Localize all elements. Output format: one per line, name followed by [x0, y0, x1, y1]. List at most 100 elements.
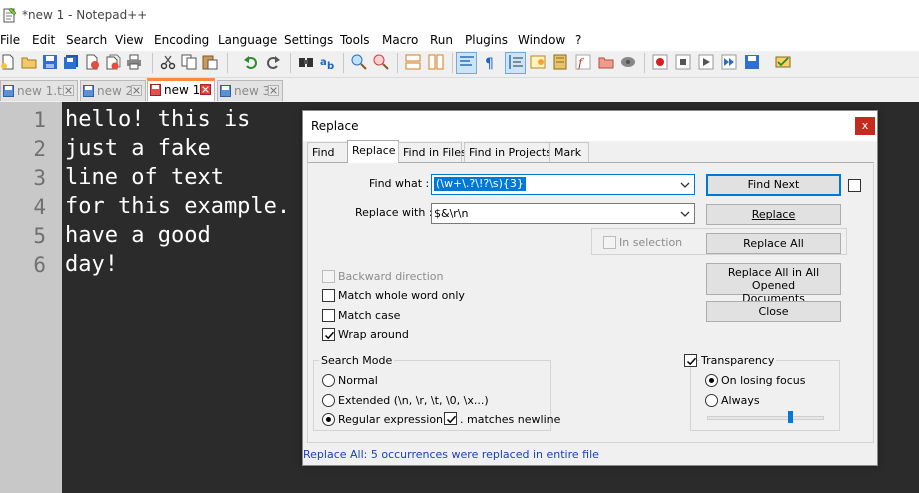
tab-new-1[interactable]: new 1	[147, 78, 215, 101]
udl-icon[interactable]	[530, 54, 546, 70]
close-all-icon[interactable]	[105, 54, 121, 70]
transparency-checkbox[interactable]	[684, 354, 697, 367]
in-selection-checkbox[interactable]	[603, 236, 616, 249]
tab-close-icon[interactable]	[200, 84, 211, 95]
checkmark-icon	[324, 331, 335, 340]
mode-regex-radio[interactable]	[322, 413, 335, 426]
on-losing-focus-radio[interactable]	[705, 374, 718, 387]
match-case-checkbox[interactable]	[322, 309, 335, 322]
menu-plugins[interactable]: Plugins	[465, 33, 508, 47]
match-whole-word-checkbox[interactable]	[322, 289, 335, 302]
toolbar-separator	[397, 53, 398, 73]
save-macro-icon[interactable]	[744, 54, 760, 70]
menu-encoding[interactable]: Encoding	[154, 33, 209, 47]
chevron-down-icon[interactable]	[679, 178, 691, 192]
backward-direction-label: Backward direction	[338, 270, 444, 283]
transparency-slider-track[interactable]	[707, 416, 824, 420]
run-macro-multiple-icon[interactable]	[721, 54, 737, 70]
menu-run[interactable]: Run	[430, 33, 453, 47]
new-file-icon[interactable]	[0, 54, 16, 70]
tab-new-1-txt[interactable]: new 1.txt	[0, 80, 78, 101]
transparency-slider-thumb[interactable]	[788, 411, 793, 423]
tab-mark[interactable]: Mark	[549, 142, 589, 162]
menu-view[interactable]: View	[115, 33, 143, 47]
code-line: day!	[65, 252, 118, 277]
redo-icon[interactable]	[265, 54, 281, 70]
function-list-icon[interactable]: f	[575, 54, 591, 70]
indent-guide-icon[interactable]	[508, 54, 524, 70]
svg-text:¶: ¶	[485, 56, 494, 70]
backward-direction-checkbox[interactable]	[322, 270, 335, 283]
toolbar-separator	[644, 53, 645, 73]
line-number: 2	[33, 137, 46, 161]
always-radio[interactable]	[705, 394, 718, 407]
sync-horizontal-icon[interactable]	[428, 54, 444, 70]
tab-new-2[interactable]: new 2	[80, 80, 146, 101]
wrap-around-checkbox[interactable]	[322, 328, 335, 341]
save-icon[interactable]	[42, 54, 58, 70]
replace-all-in-opened-documents-button[interactable]: Replace All in All Opened Documents	[706, 263, 841, 305]
cut-icon[interactable]	[160, 54, 176, 70]
toolbar-separator	[227, 53, 228, 73]
monitor-icon[interactable]	[620, 54, 636, 70]
replace-with-combobox[interactable]: $&\r\n	[431, 203, 695, 224]
menu-search[interactable]: Search	[66, 33, 107, 47]
show-all-chars-icon[interactable]: ¶	[482, 54, 498, 70]
copy-icon[interactable]	[181, 54, 197, 70]
menu-help[interactable]: ?	[575, 33, 581, 47]
zoom-in-icon[interactable]	[351, 54, 367, 70]
doc-map-icon[interactable]	[552, 54, 568, 70]
find-next-side-checkbox[interactable]	[848, 179, 861, 192]
toolbar-separator	[152, 53, 153, 73]
replace-icon[interactable]: ab	[320, 54, 336, 70]
mode-extended-radio[interactable]	[322, 394, 335, 407]
word-wrap-icon[interactable]	[459, 54, 475, 70]
tab-replace[interactable]: Replace	[347, 140, 399, 163]
replace-with-value: $&\r\n	[434, 207, 469, 220]
menu-file[interactable]: File	[0, 33, 20, 47]
find-icon[interactable]	[298, 54, 314, 70]
play-macro-icon[interactable]	[698, 54, 714, 70]
menu-edit[interactable]: Edit	[32, 33, 55, 47]
menu-settings[interactable]: Settings	[284, 33, 333, 47]
tab-find[interactable]: Find	[307, 142, 349, 162]
close-icon[interactable]	[84, 54, 100, 70]
transparency-label: Transparency	[699, 354, 777, 367]
tab-find-in-files[interactable]: Find in Files	[398, 142, 467, 162]
find-what-combobox[interactable]: (\w+\.?\!?\s){3}	[431, 174, 695, 195]
dialog-title-bar[interactable]: Replace x	[303, 111, 877, 141]
print-icon[interactable]	[126, 54, 142, 70]
tab-new-3[interactable]: new 3	[217, 80, 283, 101]
toolbar-separator	[343, 53, 344, 73]
record-macro-icon[interactable]	[652, 54, 668, 70]
dialog-title: Replace	[311, 119, 359, 133]
paste-icon[interactable]	[202, 54, 218, 70]
sync-vertical-icon[interactable]	[405, 54, 421, 70]
close-button[interactable]: Close	[706, 301, 841, 322]
undo-icon[interactable]	[243, 54, 259, 70]
replace-dialog: Replace x Find Replace Find in Files Fin…	[302, 110, 878, 466]
matches-newline-checkbox[interactable]	[444, 412, 457, 425]
notepad-plus-plus-icon	[3, 7, 17, 23]
mode-normal-radio[interactable]	[322, 374, 335, 387]
save-all-icon[interactable]	[63, 54, 79, 70]
replace-all-opened-label-line1: Replace All in All Opened	[727, 266, 820, 292]
replace-button[interactable]: Replace	[706, 204, 841, 225]
dialog-close-button[interactable]: x	[855, 117, 875, 135]
find-next-button[interactable]: Find Next	[706, 174, 841, 196]
chevron-down-icon[interactable]	[679, 207, 691, 221]
zoom-out-icon[interactable]	[373, 54, 389, 70]
tab-find-in-projects[interactable]: Find in Projects	[464, 142, 552, 162]
spellcheck-icon[interactable]	[775, 54, 791, 70]
menu-macro[interactable]: Macro	[382, 33, 418, 47]
replace-all-button[interactable]: Replace All	[706, 233, 841, 254]
open-file-icon[interactable]	[21, 54, 37, 70]
menu-window[interactable]: Window	[518, 33, 565, 47]
menu-tools[interactable]: Tools	[340, 33, 370, 47]
tab-close-icon[interactable]	[268, 85, 279, 96]
menu-language[interactable]: Language	[218, 33, 277, 47]
tab-close-icon[interactable]	[63, 85, 74, 96]
folder-workspace-icon[interactable]	[598, 54, 614, 70]
stop-record-icon[interactable]	[675, 54, 691, 70]
tab-close-icon[interactable]	[131, 85, 142, 96]
